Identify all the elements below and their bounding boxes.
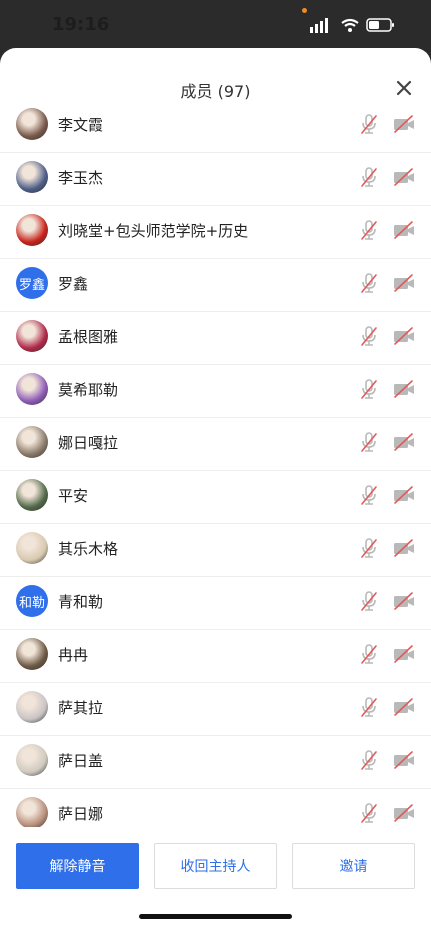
camera-off-icon[interactable] [393,697,415,717]
camera-off-icon[interactable] [393,167,415,187]
member-avatar [16,479,48,511]
status-icons [310,18,394,33]
status-time: 19:16 [52,14,110,35]
member-row[interactable]: 平安 [0,471,431,524]
mic-muted-icon[interactable] [359,431,379,453]
invite-button[interactable]: 邀请 [292,843,415,889]
mic-muted-icon[interactable] [359,696,379,718]
action-bar: 解除静音 收回主持人 邀请 [0,843,431,889]
member-name: 刘晓堂+包头师范学院+历史 [58,222,249,240]
member-row[interactable]: 其乐木格 [0,524,431,577]
home-indicator [139,914,292,919]
camera-off-icon[interactable] [393,379,415,399]
member-row[interactable]: 萨其拉 [0,683,431,736]
member-avatar [16,744,48,776]
member-avatar [16,426,48,458]
member-name: 其乐木格 [58,540,119,558]
member-row[interactable]: 李玉杰 [0,153,431,206]
member-avatar: 和勒 [16,585,48,617]
battery-icon [366,18,394,32]
member-name: 萨日盖 [58,752,104,770]
member-list[interactable]: 李文霞 李玉杰 刘晓堂+包头师范学院+历史 罗鑫 罗鑫 孟根图雅 莫希耶勒 娜日嘎拉 平安 其乐木… [0,100,431,827]
camera-off-icon[interactable] [393,803,415,823]
camera-off-icon[interactable] [393,273,415,293]
member-name: 青和勒 [58,593,104,611]
member-name: 萨其拉 [58,699,104,717]
mic-muted-icon[interactable] [359,537,379,559]
wifi-icon [341,18,359,32]
member-avatar [16,638,48,670]
status-bar: 19:16 [0,0,431,48]
camera-off-icon[interactable] [393,591,415,611]
member-name: 莫希耶勒 [58,381,119,399]
mic-muted-icon[interactable] [359,113,379,135]
member-name: 平安 [58,487,89,505]
mic-muted-icon[interactable] [359,802,379,824]
mic-muted-icon[interactable] [359,643,379,665]
mic-muted-icon[interactable] [359,484,379,506]
member-name: 罗鑫 [58,275,89,293]
unmute-all-button[interactable]: 解除静音 [16,843,139,889]
member-name: 李玉杰 [58,169,104,187]
member-avatar [16,214,48,246]
camera-off-icon[interactable] [393,485,415,505]
member-name: 萨日娜 [58,805,104,823]
camera-off-icon[interactable] [393,220,415,240]
camera-off-icon[interactable] [393,750,415,770]
sheet-header: 成员 (97) [0,48,431,101]
member-name: 冉冉 [58,646,89,664]
member-name: 孟根图雅 [58,328,119,346]
member-name: 娜日嘎拉 [58,434,119,452]
member-row[interactable]: 萨日盖 [0,736,431,789]
camera-off-icon[interactable] [393,326,415,346]
mic-muted-icon[interactable] [359,590,379,612]
member-row[interactable]: 莫希耶勒 [0,365,431,418]
close-icon[interactable] [392,76,416,100]
members-sheet: 成员 (97) 李文霞 李玉杰 刘晓堂+包头师范学院+历史 罗鑫 罗鑫 孟根图雅 莫希耶勒娜… [0,48,431,931]
member-avatar [16,108,48,140]
member-row[interactable]: 孟根图雅 [0,312,431,365]
member-avatar [16,797,48,827]
member-row[interactable]: 萨日娜 [0,789,431,827]
member-row[interactable]: 娜日嘎拉 [0,418,431,471]
member-avatar [16,320,48,352]
sheet-title: 成员 (97) [180,82,251,101]
member-row[interactable]: 李文霞 [0,100,431,153]
camera-off-icon[interactable] [393,432,415,452]
member-row[interactable]: 刘晓堂+包头师范学院+历史 [0,206,431,259]
member-avatar [16,161,48,193]
mic-muted-icon[interactable] [359,378,379,400]
member-row[interactable]: 和勒 青和勒 [0,577,431,630]
camera-off-icon[interactable] [393,644,415,664]
recording-indicator-dot [302,8,307,13]
member-row[interactable]: 罗鑫 罗鑫 [0,259,431,312]
camera-off-icon[interactable] [393,538,415,558]
signal-icon [310,18,328,33]
reclaim-host-button[interactable]: 收回主持人 [154,843,277,889]
member-name: 李文霞 [58,116,104,134]
member-avatar [16,373,48,405]
mic-muted-icon[interactable] [359,749,379,771]
member-avatar [16,532,48,564]
member-avatar [16,691,48,723]
camera-off-icon[interactable] [393,114,415,134]
member-row[interactable]: 冉冉 [0,630,431,683]
member-avatar: 罗鑫 [16,267,48,299]
mic-muted-icon[interactable] [359,166,379,188]
mic-muted-icon[interactable] [359,272,379,294]
mic-muted-icon[interactable] [359,219,379,241]
mic-muted-icon[interactable] [359,325,379,347]
